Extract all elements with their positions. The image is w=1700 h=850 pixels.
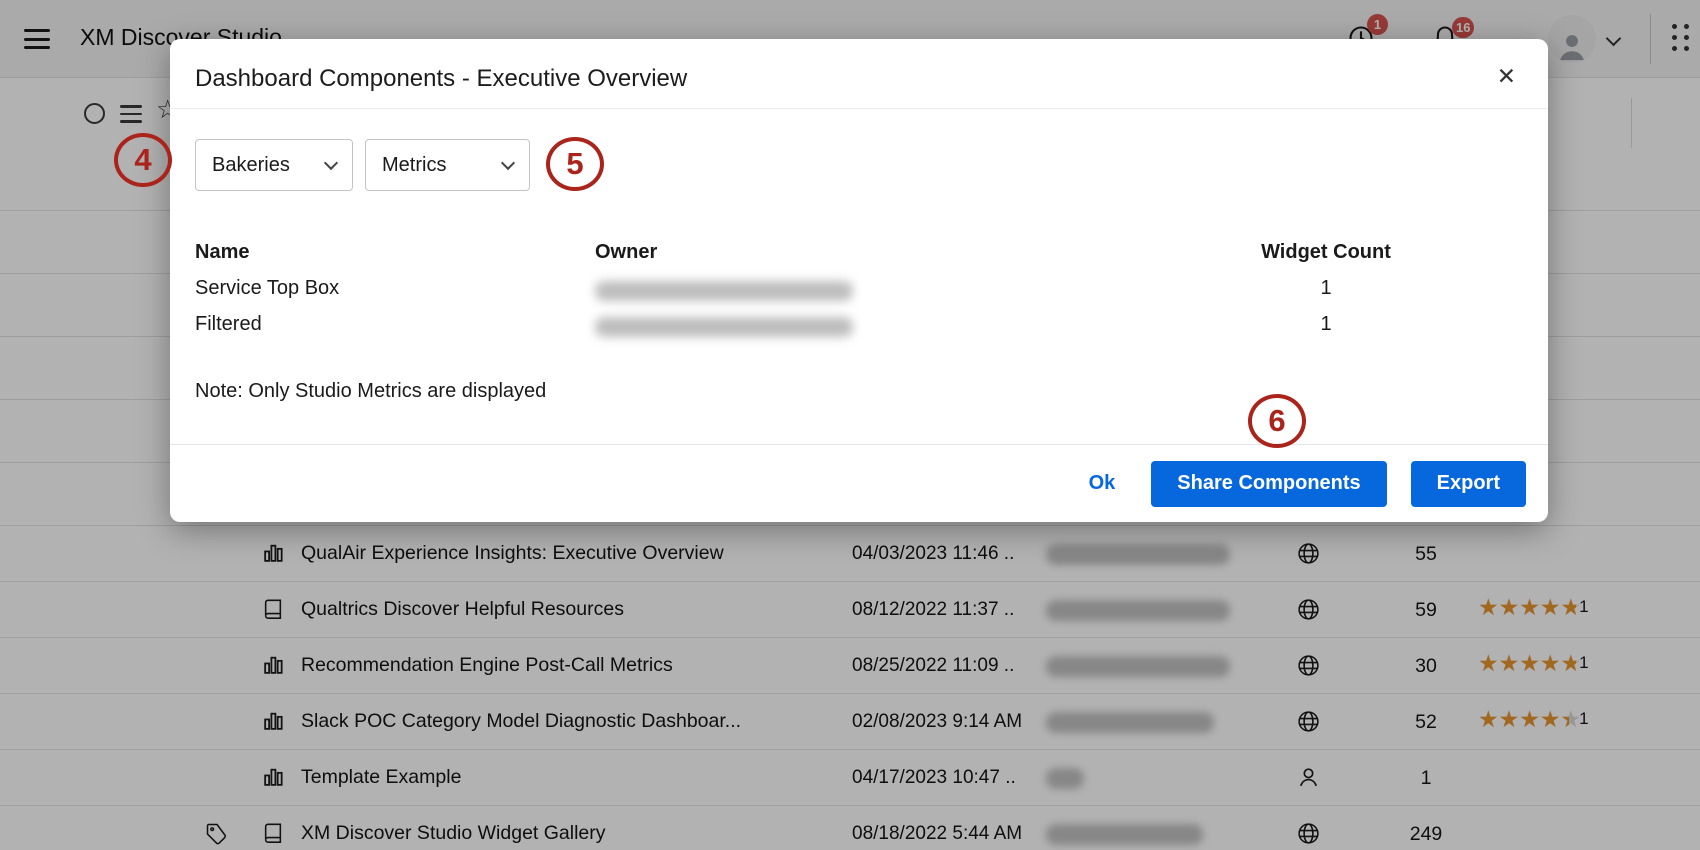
project-dropdown[interactable]: Bakeries — [195, 139, 353, 191]
export-button[interactable]: Export — [1411, 461, 1526, 507]
redacted-owner — [595, 281, 853, 301]
divider — [170, 108, 1548, 109]
ok-button[interactable]: Ok — [1089, 472, 1116, 495]
annotation-number: 4 — [134, 142, 151, 178]
annotation-number: 5 — [566, 146, 583, 182]
note-text: Note: Only Studio Metrics are displayed — [195, 380, 546, 403]
screen: XM Discover Studio 1 16 ☆ — [0, 0, 1700, 850]
component-type-dropdown-value: Metrics — [382, 154, 446, 177]
column-header-name: Name — [195, 241, 249, 264]
annotation-step-4: 4 — [114, 133, 172, 187]
annotation-step-6: 6 — [1248, 394, 1306, 448]
share-components-button[interactable]: Share Components — [1151, 461, 1386, 507]
chevron-down-icon — [501, 155, 515, 169]
annotation-step-5: 5 — [546, 137, 604, 191]
component-type-dropdown[interactable]: Metrics — [365, 139, 530, 191]
widget-count-value: 1 — [1226, 313, 1426, 336]
redacted-owner — [595, 317, 853, 337]
modal-title: Dashboard Components - Executive Overvie… — [195, 65, 687, 93]
component-name: Service Top Box — [195, 277, 339, 300]
column-header-owner: Owner — [595, 241, 657, 264]
chevron-down-icon — [324, 155, 338, 169]
component-name: Filtered — [195, 313, 262, 336]
widget-count-value: 1 — [1226, 277, 1426, 300]
project-dropdown-value: Bakeries — [212, 154, 290, 177]
modal-footer: Ok Share Components Export — [170, 444, 1548, 522]
column-header-widget-count: Widget Count — [1226, 241, 1426, 264]
dashboard-components-modal: Dashboard Components - Executive Overvie… — [170, 39, 1548, 522]
annotation-number: 6 — [1268, 403, 1285, 439]
close-icon[interactable]: ✕ — [1497, 63, 1516, 90]
